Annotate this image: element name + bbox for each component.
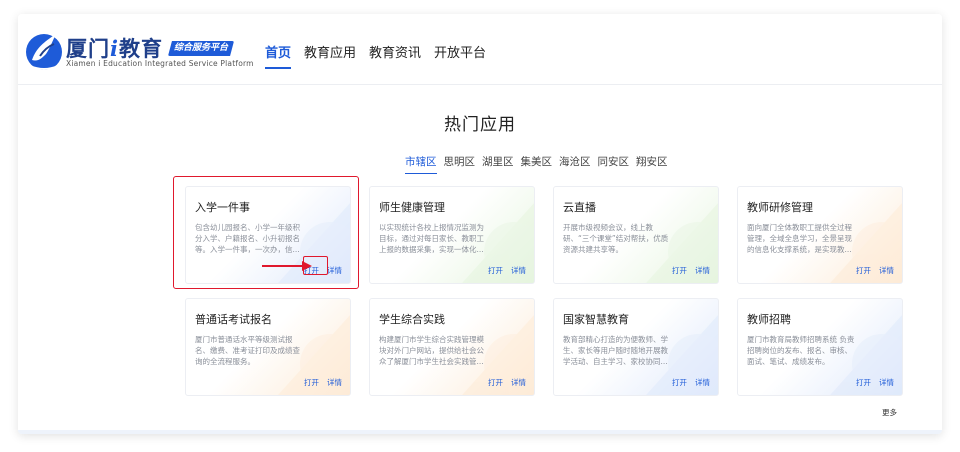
nav-item-education-apps[interactable]: 教育应用 xyxy=(304,42,356,66)
district-tabs: 市辖区 思明区 湖里区 集美区 海沧区 同安区 翔安区 xyxy=(405,154,668,174)
card-title: 师生健康管理 xyxy=(379,201,445,214)
header: 厦门i教育 综合服务平台 Xiamen i Education Integrat… xyxy=(18,14,942,84)
district-tab[interactable]: 翔安区 xyxy=(636,154,668,173)
card-desc: 厦门市教育局教师招聘系统 负责招聘岗位的发布、报名、审核、面试、笔试、成绩发布。 xyxy=(747,335,855,366)
card-title: 学生综合实践 xyxy=(379,313,445,326)
detail-button[interactable]: 详情 xyxy=(511,265,526,276)
open-button[interactable]: 打开 xyxy=(304,377,319,388)
app-card[interactable]: 国家智慧教育 教育部精心打造的为便教师、学生、家长等用户随时随地开展教学活动、自… xyxy=(553,298,719,396)
district-tab[interactable]: 海沧区 xyxy=(559,154,591,173)
card-actions: 打开 详情 xyxy=(856,377,894,388)
footer-strip xyxy=(18,430,942,434)
open-button[interactable]: 打开 xyxy=(488,377,503,388)
card-desc: 以实现统计各校上报情况监测为目标，通过对每日家长、教职工上报的数据采集，实现一体… xyxy=(379,223,484,254)
app-card[interactable]: 普通话考试报名 厦门市普通话水平等级测试报名、缴费、准考证打印及成绩查询的全流程… xyxy=(185,298,351,396)
detail-button[interactable]: 详情 xyxy=(695,377,710,388)
card-desc: 面向厦门全体教职工提供全过程管理，全域全息学习，全景呈现的信息化支撑系统，是实现… xyxy=(747,223,852,254)
detail-button[interactable]: 详情 xyxy=(695,265,710,276)
more-link[interactable]: 更多 xyxy=(882,407,897,418)
open-button[interactable]: 打开 xyxy=(856,377,871,388)
bird-logo-icon[interactable] xyxy=(22,26,66,74)
card-desc: 教育部精心打造的为便教师、学生、家长等用户随时随地开展教学活动、自主学习、家校协… xyxy=(563,335,668,366)
card-actions: 打开 详情 xyxy=(856,265,894,276)
card-actions: 打开 详情 xyxy=(304,377,342,388)
red-arrow-icon xyxy=(262,261,312,271)
card-highlight-box xyxy=(173,176,359,289)
district-tab[interactable]: 思明区 xyxy=(444,154,476,173)
brand-name-pre: 厦门 xyxy=(66,36,110,61)
app-card[interactable]: 教师招聘 厦门市教育局教师招聘系统 负责招聘岗位的发布、报名、审核、面试、笔试、… xyxy=(737,298,903,396)
card-actions: 打开 详情 xyxy=(672,265,710,276)
card-title: 教师研修管理 xyxy=(747,201,813,214)
brand-subtitle: Xiamen i Education Integrated Service Pl… xyxy=(66,59,254,68)
main-nav: 首页 教育应用 教育资讯 开放平台 xyxy=(265,42,486,69)
card-title: 国家智慧教育 xyxy=(563,313,629,326)
section-title: 热门应用 xyxy=(444,115,516,135)
card-title: 云直播 xyxy=(563,201,596,214)
brand-name-post: 教育 xyxy=(118,36,163,61)
open-button[interactable]: 打开 xyxy=(672,265,687,276)
app-card[interactable]: 师生健康管理 以实现统计各校上报情况监测为目标，通过对每日家长、教职工上报的数据… xyxy=(369,186,535,284)
nav-item-education-news[interactable]: 教育资讯 xyxy=(369,42,421,66)
card-actions: 打开 详情 xyxy=(672,377,710,388)
district-tab[interactable]: 市辖区 xyxy=(405,154,437,174)
open-button[interactable]: 打开 xyxy=(856,265,871,276)
nav-item-home[interactable]: 首页 xyxy=(265,42,292,69)
app-card[interactable]: 教师研修管理 面向厦门全体教职工提供全过程管理，全域全息学习，全景呈现的信息化支… xyxy=(737,186,903,284)
header-divider xyxy=(18,84,942,85)
nav-item-open-platform[interactable]: 开放平台 xyxy=(434,42,486,66)
app-card[interactable]: 云直播 开展市级视频会议，线上教研、“三个课堂”结对帮扶，优质资源共建共享等。 … xyxy=(553,186,719,284)
open-button[interactable]: 打开 xyxy=(672,377,687,388)
card-desc: 构建厦门市学生综合实践管理模块对外门户网站，提供给社会公众了解厦门市学生社会实践… xyxy=(379,335,484,366)
card-actions: 打开 详情 xyxy=(488,265,526,276)
card-title: 普通话考试报名 xyxy=(195,313,272,326)
district-tab[interactable]: 湖里区 xyxy=(482,154,514,173)
brand-badge: 综合服务平台 xyxy=(168,41,235,56)
open-button[interactable]: 打开 xyxy=(488,265,503,276)
app-frame: 厦门i教育 综合服务平台 Xiamen i Education Integrat… xyxy=(18,14,942,434)
detail-button[interactable]: 详情 xyxy=(879,265,894,276)
card-title: 教师招聘 xyxy=(747,313,791,326)
card-desc: 开展市级视频会议，线上教研、“三个课堂”结对帮扶，优质资源共建共享等。 xyxy=(563,223,669,254)
brand-name-i: i xyxy=(110,36,119,61)
detail-button[interactable]: 详情 xyxy=(327,377,342,388)
detail-button[interactable]: 详情 xyxy=(879,377,894,388)
detail-button[interactable]: 详情 xyxy=(511,377,526,388)
district-tab[interactable]: 集美区 xyxy=(521,154,553,173)
card-desc: 厦门市普通话水平等级测试报名、缴费、准考证打印及成绩查询的全流程服务。 xyxy=(195,335,300,366)
app-card[interactable]: 学生综合实践 构建厦门市学生综合实践管理模块对外门户网站，提供给社会公众了解厦门… xyxy=(369,298,535,396)
card-actions: 打开 详情 xyxy=(488,377,526,388)
district-tab[interactable]: 同安区 xyxy=(598,154,630,173)
